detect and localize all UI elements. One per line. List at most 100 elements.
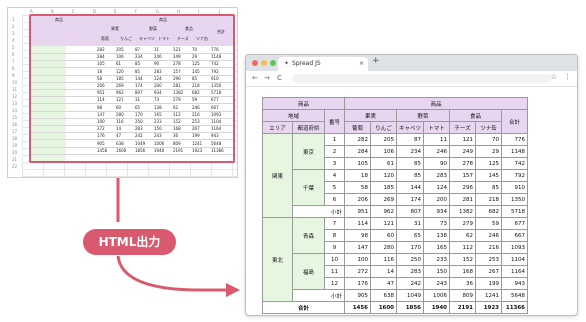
mini-cell: 185 <box>116 75 124 81</box>
header-item-0: 葡萄 <box>344 121 371 134</box>
mini-cell: 11366 <box>211 147 224 153</box>
mini-cell: 246 <box>154 54 162 60</box>
sheet-row-label[interactable]: 12 <box>12 94 17 99</box>
sheet-row-label[interactable]: 13 <box>12 101 17 106</box>
mini-cell: 218 <box>192 83 200 88</box>
tab-spreadjs[interactable]: ✦ Spread JS × <box>278 57 368 71</box>
sheet-row-label[interactable]: 17 <box>12 129 17 134</box>
back-icon[interactable]: ← <box>252 74 258 82</box>
header-measure: 商品 <box>343 97 529 110</box>
mini-cell: 934 <box>154 90 162 96</box>
mini-cell: 792 <box>211 68 219 74</box>
close-tab-icon[interactable]: × <box>359 57 364 71</box>
value-cell: 267 <box>475 265 503 278</box>
sheet-row-label[interactable]: 18 <box>12 136 17 141</box>
value-cell: 58 <box>344 181 371 194</box>
sheet-row-label[interactable]: 14 <box>12 108 17 113</box>
value-cell: 157 <box>449 169 477 182</box>
subtotal-value: 638 <box>370 289 397 302</box>
sheet-row-label[interactable]: 5 <box>12 45 15 50</box>
mini-cell: 282 <box>97 47 105 52</box>
mini-cell: 2191 <box>173 147 184 153</box>
mini-cell: 283 <box>154 68 162 74</box>
mini-cell: 14 <box>116 126 122 132</box>
sheet-row-label[interactable]: 9 <box>12 73 15 78</box>
new-tab-icon[interactable]: + <box>372 56 380 66</box>
value-cell: 792 <box>501 169 529 182</box>
address-input[interactable] <box>292 74 552 83</box>
sheet-row-label[interactable]: 2 <box>12 24 15 29</box>
sheet-row-label[interactable]: 11 <box>12 87 17 92</box>
value-cell: 100 <box>344 253 371 266</box>
mini-cell: 280 <box>116 111 124 117</box>
grand-total-value: 11366 <box>501 301 529 314</box>
value-cell: 281 <box>449 193 477 206</box>
subtotal-value: 1049 <box>395 289 425 302</box>
mini-cell: 1148 <box>211 54 222 60</box>
mini-cell: 199 <box>192 133 200 139</box>
value-cell: 1164 <box>501 265 529 278</box>
value-cell: 742 <box>501 157 529 170</box>
sheet-row-label[interactable]: 4 <box>12 38 15 43</box>
header-prefecture: 都道府県 <box>292 121 325 134</box>
sheet-row-label[interactable]: 10 <box>12 80 17 85</box>
grand-total-row: 合計 1456 1600 1856 1940 2191 1923 11366 <box>262 301 529 314</box>
mini-cell: 58 <box>97 75 103 81</box>
header-row-2: 地域 番号 果実 野菜 食品 合計 <box>262 109 529 134</box>
mini-cell: チーズ <box>177 36 189 41</box>
prefecture-cell: 福島 <box>292 253 325 290</box>
mini-row-divider <box>31 117 233 119</box>
sheet-mini-report: 商品 商品 果実 野菜 食品 合計 葡萄 りんご キャベツ トマト チーズ ツナ缶 282 205 87 11… <box>31 16 233 161</box>
mini-cell: 138 <box>154 104 162 110</box>
value-cell: 170 <box>395 241 425 254</box>
mini-cell: 60 <box>116 104 122 110</box>
mini-cell: 742 <box>211 61 219 67</box>
grand-total-value: 1923 <box>475 301 503 314</box>
sheet-row-label[interactable]: 6 <box>12 52 15 57</box>
browser-menu-icon[interactable]: ⋮ <box>564 73 571 81</box>
value-cell: 73 <box>423 217 451 230</box>
header-food: 食品 <box>449 109 503 122</box>
reload-icon[interactable]: C <box>277 74 282 82</box>
header-row-1: 商品 商品 <box>262 97 529 110</box>
mini-cell: 87 <box>135 47 141 52</box>
mini-cell: 105 <box>97 61 105 67</box>
value-cell: 150 <box>423 265 451 278</box>
value-cell: 144 <box>395 181 425 194</box>
value-cell: 90 <box>423 157 451 170</box>
mini-cell: 1093 <box>211 111 222 117</box>
value-cell: 62 <box>449 229 477 242</box>
mini-cell: キャベツ <box>139 36 155 41</box>
mini-cell: 200 <box>154 83 162 88</box>
mini-row-divider <box>31 103 233 105</box>
sheet-row-label[interactable]: 19 <box>12 143 17 148</box>
sheet-row-label[interactable]: 16 <box>12 122 17 127</box>
html-output-button[interactable]: HTML出力 <box>83 229 176 255</box>
sheet-row-label[interactable]: 7 <box>12 59 15 64</box>
close-window-dot[interactable] <box>252 60 258 66</box>
sheet-row-label[interactable]: 8 <box>12 66 15 71</box>
mini-cell: 65 <box>135 104 141 110</box>
sheet-row-label[interactable]: 22 <box>12 164 17 169</box>
value-cell: 176 <box>344 277 371 290</box>
minimize-window-dot[interactable] <box>261 60 267 66</box>
value-cell: 250 <box>395 253 425 266</box>
subtotal-value: 1382 <box>449 205 477 218</box>
sheet-row-label[interactable]: 20 <box>12 150 17 155</box>
sheet-row-label[interactable]: 1 <box>12 17 15 22</box>
tab-bar: ✦ Spread JS × + <box>246 55 577 71</box>
sheet-row-label[interactable]: 15 <box>12 115 17 120</box>
sheet-row-label[interactable]: 21 <box>12 157 17 162</box>
mini-cell: 70 <box>192 47 198 52</box>
bookmark-star-icon[interactable]: ☆ <box>551 73 557 81</box>
value-cell: 1093 <box>501 241 529 254</box>
maximize-window-dot[interactable] <box>270 60 276 66</box>
mini-cell: 243 <box>154 133 162 139</box>
mini-cell: 807 <box>135 90 143 96</box>
forward-icon[interactable]: → <box>264 74 270 82</box>
mini-cell: 98 <box>97 104 103 110</box>
sheet-row-label[interactable]: 3 <box>12 31 15 36</box>
mini-cell: 283 <box>135 126 143 132</box>
mini-cell: 150 <box>154 126 162 132</box>
subtotal-label: 小計 <box>292 205 345 218</box>
